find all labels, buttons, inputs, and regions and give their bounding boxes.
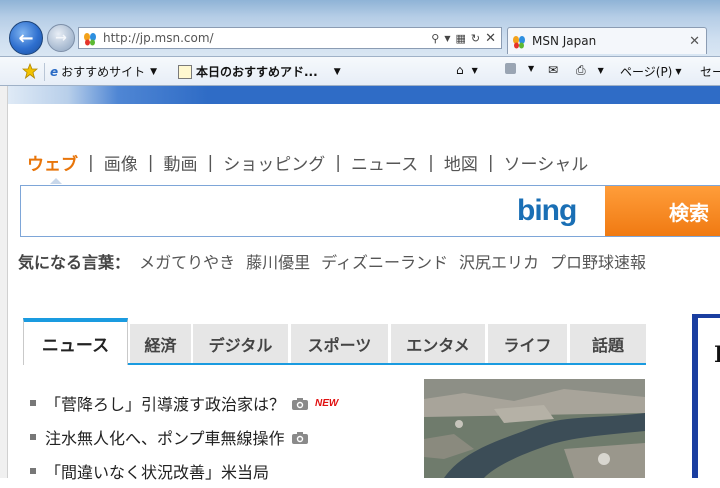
- compat-view-icon[interactable]: ▦: [455, 32, 465, 45]
- news-tabs: ニュース 経済 デジタル スポーツ エンタメ ライフ 話題: [23, 318, 646, 365]
- stop-icon[interactable]: ✕: [485, 31, 496, 46]
- print-button[interactable]: ⎙ ▼: [576, 63, 604, 78]
- chevron-down-icon: ▼: [528, 64, 535, 73]
- safety-menu-label: セー: [700, 65, 720, 79]
- search-category-2[interactable]: 動画: [163, 150, 197, 175]
- forward-arrow-icon: →: [55, 30, 67, 46]
- mail-icon: ✉: [548, 63, 559, 77]
- headline-list: 「菅降ろし」引導渡す政治家は？ NEW 注水無人化へ、ポンプ車無線操作 「間違いなく状…: [30, 386, 338, 488]
- headline-link[interactable]: 注水無人化へ、ポンプ車無線操作: [45, 425, 285, 449]
- search-category-1[interactable]: 画像: [104, 150, 138, 175]
- news-tab-0[interactable]: ニュース: [23, 318, 128, 365]
- favorite-label: 本日のおすすめアド...: [196, 65, 318, 79]
- news-tab-4[interactable]: エンタメ: [391, 324, 485, 363]
- rss-icon: [505, 63, 516, 74]
- tab-close-icon[interactable]: ✕: [689, 34, 700, 49]
- trending-keyword-link[interactable]: メガてりやき: [139, 253, 235, 272]
- home-icon: ⌂: [456, 63, 464, 77]
- camera-icon: [291, 430, 309, 444]
- headline-link[interactable]: 「菅降ろし」引導渡す政治家は？: [45, 391, 285, 415]
- back-arrow-icon: ←: [18, 27, 34, 49]
- active-category-indicator: [50, 178, 62, 184]
- trending-label: 気になる言葉：: [18, 253, 131, 272]
- favorite-item-ad[interactable]: 本日のおすすめアド... ▼: [178, 63, 341, 80]
- search-category-6[interactable]: ソーシャル: [504, 150, 589, 175]
- nav-separator: |: [335, 152, 341, 173]
- tab-favicon-icon: [512, 34, 526, 49]
- dropdown-icon[interactable]: ▼: [444, 34, 450, 43]
- search-category-5[interactable]: 地図: [444, 150, 478, 175]
- chevron-down-icon: ▼: [597, 66, 604, 75]
- favorite-item-osusume[interactable]: e おすすめサイト ▼: [50, 63, 157, 80]
- mail-button[interactable]: ✉: [548, 63, 558, 77]
- news-tab-6[interactable]: 話題: [570, 324, 646, 363]
- favorite-label: おすすめサイト: [61, 65, 146, 79]
- search-category-4[interactable]: ニュース: [351, 150, 418, 175]
- search-box: bing 検索: [20, 185, 720, 237]
- chevron-down-icon: ▼: [150, 66, 158, 77]
- headline-link[interactable]: 「間違いなく状況改善」米当局: [45, 459, 269, 483]
- home-button[interactable]: ⌂ ▼: [456, 63, 478, 77]
- tab-title: MSN Japan: [532, 34, 597, 48]
- trending-keyword-link[interactable]: 藤川優里: [246, 253, 310, 272]
- address-text[interactable]: http://jp.msn.com/: [103, 31, 431, 45]
- msn-butterfly-icon: [83, 31, 97, 46]
- bullet-icon: [30, 400, 36, 406]
- chevron-down-icon: ▼: [471, 65, 478, 75]
- safety-menu[interactable]: セー: [700, 63, 720, 80]
- printer-icon: ⎙: [576, 63, 586, 77]
- separator: [44, 63, 45, 81]
- ie-page-icon: e: [50, 64, 59, 79]
- search-button-label: 検索: [669, 200, 709, 225]
- favorites-bar: e おすすめサイト ▼ 本日のおすすめアド... ▼ ⌂ ▼ ▼ ✉ ⎙ ▼ ペ…: [0, 56, 720, 86]
- feeds-button[interactable]: ▼: [505, 63, 534, 74]
- msn-page: ウェブ | 画像 | 動画 | ショッピング | ニュース | 地図 | ソーシャル bing 検索 気…: [8, 86, 720, 482]
- page-menu[interactable]: ページ(P) ▼: [620, 63, 682, 80]
- bing-logo: bing: [517, 194, 577, 227]
- back-button[interactable]: ←: [9, 21, 43, 55]
- search-category-nav: ウェブ | 画像 | 動画 | ショッピング | ニュース | 地図 | ソーシャル: [27, 150, 589, 176]
- headline-item[interactable]: 「間違いなく状況改善」米当局: [30, 454, 338, 488]
- trending-keyword-link[interactable]: プロ野球速報: [550, 253, 646, 272]
- bullet-icon: [30, 468, 36, 474]
- nav-separator: |: [88, 152, 94, 173]
- news-tab-2[interactable]: デジタル: [193, 324, 288, 363]
- search-category-3[interactable]: ショッピング: [223, 150, 325, 175]
- headline-item[interactable]: 注水無人化へ、ポンプ車無線操作: [30, 420, 338, 454]
- trending-keyword-link[interactable]: 沢尻エリカ: [459, 253, 539, 272]
- nav-separator: |: [147, 152, 154, 173]
- search-input[interactable]: [23, 188, 507, 234]
- chevron-down-icon: ▼: [333, 66, 341, 77]
- news-tab-3[interactable]: スポーツ: [291, 324, 388, 363]
- search-button[interactable]: 検索: [605, 186, 720, 236]
- refresh-icon[interactable]: ↻: [471, 32, 480, 45]
- camera-icon: [291, 396, 309, 410]
- news-photo[interactable]: [424, 379, 645, 478]
- search-category-0[interactable]: ウェブ: [27, 150, 78, 175]
- page-menu-label: ページ(P): [620, 65, 673, 79]
- web-slice-icon: [178, 64, 192, 79]
- news-tab-5[interactable]: ライフ: [488, 324, 567, 363]
- bullet-icon: [30, 434, 36, 440]
- browser-titlebar: ← → http://jp.msn.com/ ⚲ ▼ ▦ ↻ ✕ MSN Jap…: [0, 0, 720, 56]
- page-frame-edge: [0, 86, 8, 478]
- headline-item[interactable]: 「菅降ろし」引導渡す政治家は？ NEW: [30, 386, 338, 420]
- news-tab-1[interactable]: 経済: [130, 324, 191, 363]
- nav-separator: |: [207, 152, 214, 173]
- nav-separator: |: [428, 152, 434, 173]
- trending-keywords: 気になる言葉： メガてりやき 藤川優里 ディズニーランド 沢尻エリカ プロ野球速報: [18, 249, 657, 273]
- chevron-down-icon: ▼: [675, 67, 682, 76]
- forward-button[interactable]: →: [47, 24, 75, 52]
- address-bar[interactable]: http://jp.msn.com/ ⚲ ▼ ▦ ↻ ✕: [78, 27, 502, 49]
- nav-separator: |: [487, 152, 494, 173]
- trending-keyword-link[interactable]: ディズニーランド: [321, 253, 448, 272]
- search-icon[interactable]: ⚲: [431, 32, 439, 45]
- browser-tab[interactable]: MSN Japan ✕: [507, 27, 707, 54]
- favorites-star-icon[interactable]: [22, 63, 38, 79]
- header-band: [8, 86, 720, 104]
- new-badge: NEW: [315, 397, 339, 409]
- right-ad-text: I: [714, 342, 720, 368]
